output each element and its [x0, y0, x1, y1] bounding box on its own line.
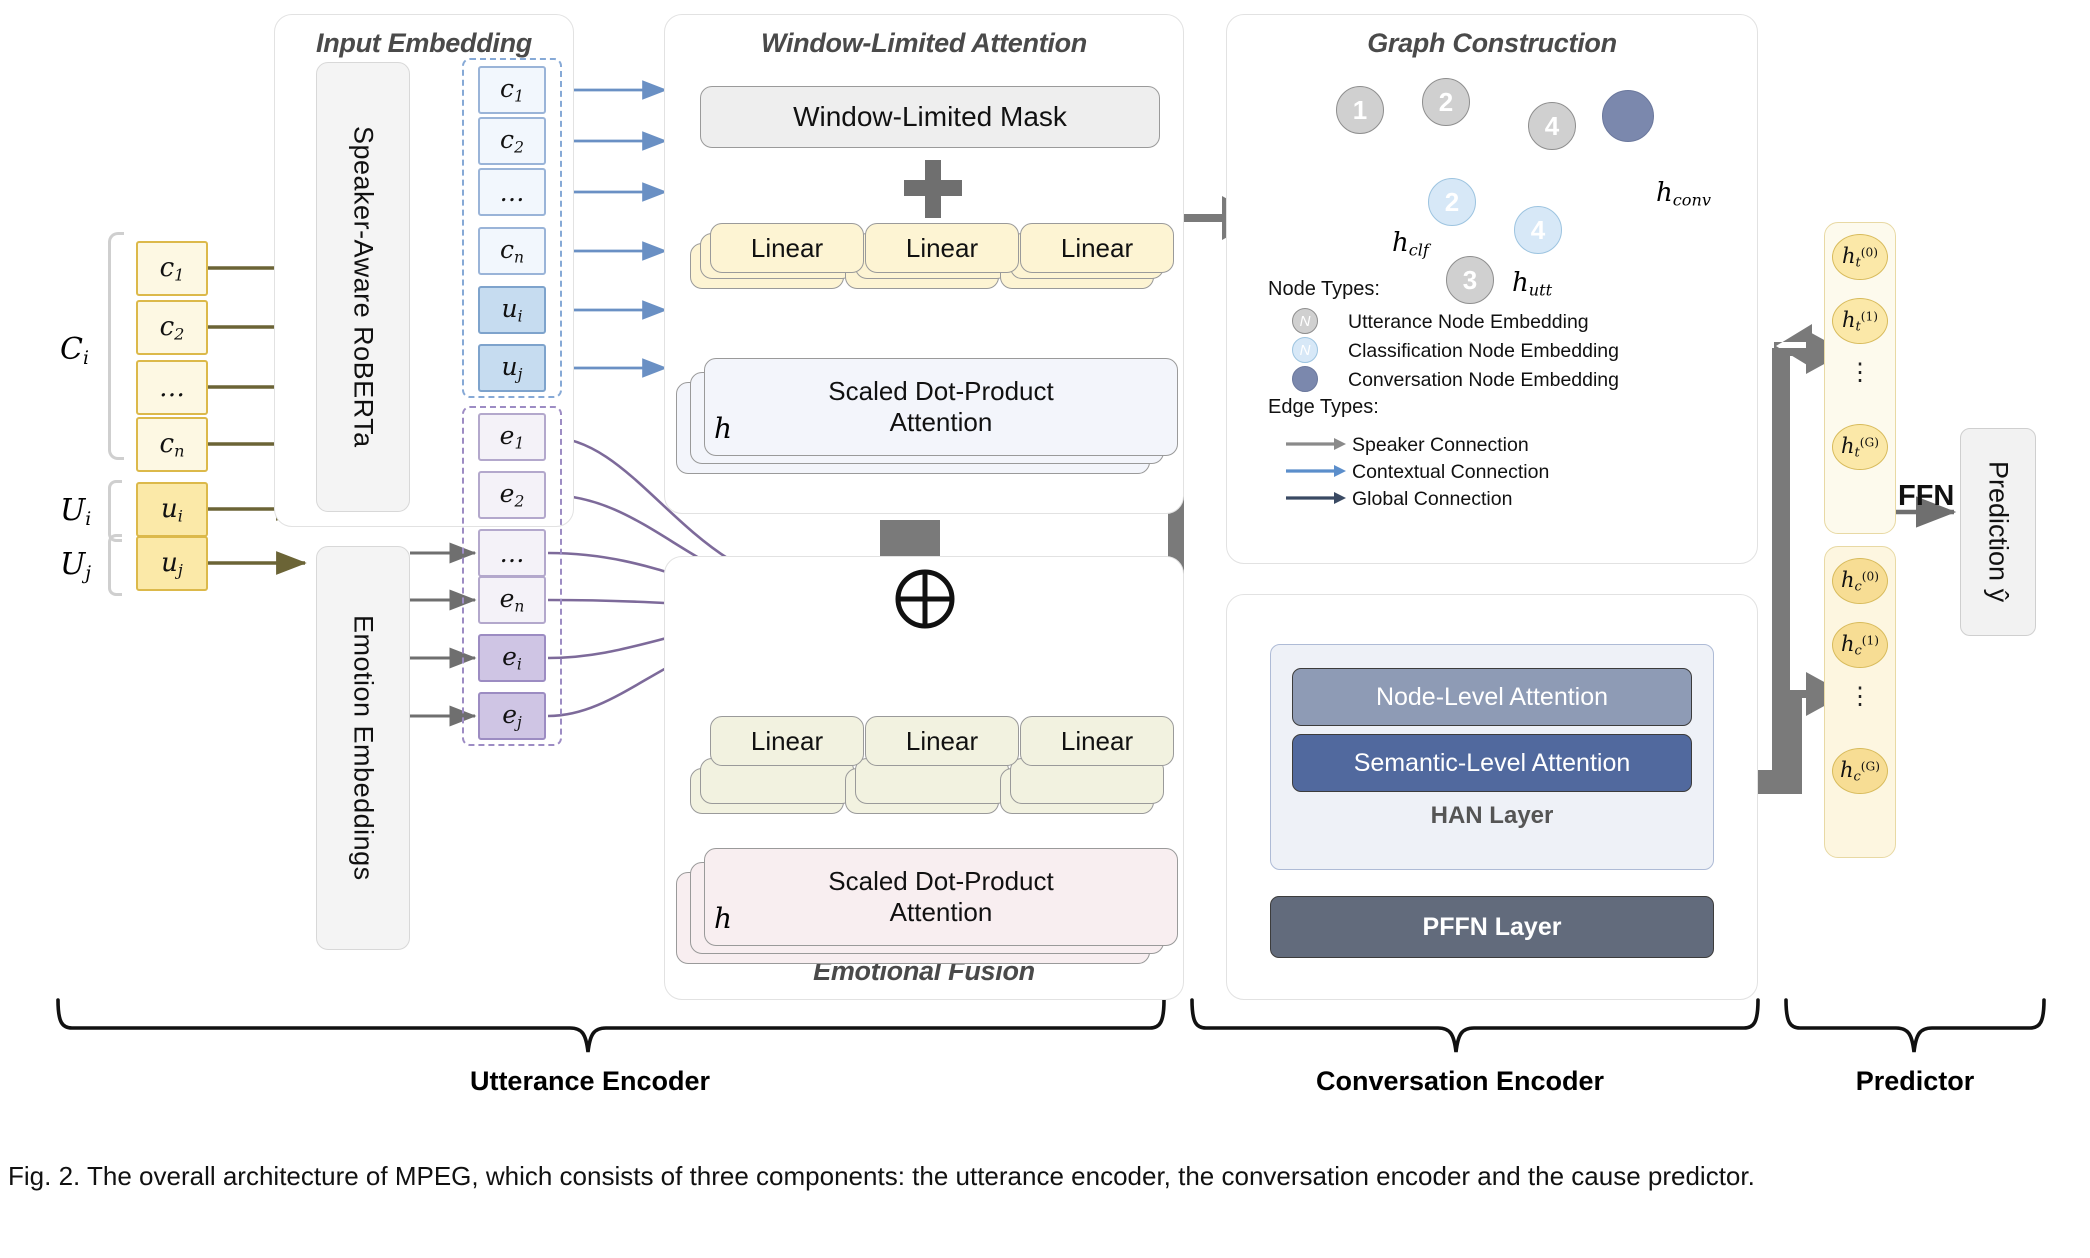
legend-global-connection-label: Global Connection: [1352, 488, 1513, 510]
input-group-ci-bracket: [108, 232, 124, 460]
emotion-embedding-e2: e2: [478, 471, 546, 519]
h-utt-annotation: hutt: [1512, 268, 1553, 300]
emotion-embedding-ej: ej: [478, 692, 546, 740]
text-embedding-c2: c2: [478, 117, 546, 165]
linear-box-q: Linear: [710, 223, 864, 273]
text-embedding-dots: …: [478, 168, 546, 216]
legend-utterance-node-label: Utterance Node Embedding: [1348, 311, 1589, 333]
emotion-embedding-ei: ei: [478, 634, 546, 682]
linear-box-v: Linear: [1020, 223, 1174, 273]
speaker-aware-roberta-block: Speaker-Aware RoBERTa: [316, 62, 410, 512]
graph-node-utt-2: 2: [1422, 78, 1470, 126]
graph-node-clf-2: 2: [1428, 178, 1476, 226]
target-vector-h-t-0: ht(0): [1832, 234, 1888, 280]
input-group-ui-label: Ui: [60, 493, 92, 531]
input-token-c2: c2: [136, 300, 208, 355]
legend-global-arrow-icon: [1286, 487, 1346, 509]
figure-caption: Fig. 2. The overall architecture of MPEG…: [8, 1161, 1755, 1191]
input-group-ci-label: Ci: [60, 332, 89, 370]
target-vector-ellipsis: ⋮: [1848, 359, 1872, 386]
target-vector-h-t-1: ht(1): [1832, 298, 1888, 344]
input-embedding-title: Input Embedding: [316, 28, 532, 58]
fusion-linear-box-k: Linear: [865, 716, 1019, 766]
semantic-level-attention-box: Semantic-Level Attention: [1292, 734, 1692, 792]
legend-speaker-arrow-icon: [1286, 433, 1346, 455]
legend-contextual-connection-label: Contextual Connection: [1352, 461, 1550, 483]
h-clf-annotation: hclf: [1392, 228, 1429, 260]
fusion-heads-count-label: h: [714, 902, 733, 935]
plus-icon: [904, 160, 962, 218]
cause-vector-h-c-0: hc(0): [1832, 558, 1888, 604]
legend-contextual-arrow-icon: [1286, 460, 1346, 482]
node-types-heading: Node Types:: [1268, 278, 1380, 300]
fusion-scaled-dot-product-attention-box: Scaled Dot-Product Attention: [704, 848, 1178, 946]
input-group-uj-label: Uj: [60, 547, 92, 585]
legend-utterance-node-icon: N: [1292, 308, 1318, 334]
graph-node-conversation: [1602, 90, 1654, 142]
pffn-layer-box: PFFN Layer: [1270, 896, 1714, 958]
window-limited-mask-box: Window-Limited Mask: [700, 86, 1160, 148]
section-label-utterance-encoder: Utterance Encoder: [469, 1066, 711, 1096]
input-token-cn: cn: [136, 417, 208, 472]
h-conv-annotation: hconv: [1656, 178, 1711, 210]
emotion-embedding-dots: …: [478, 529, 546, 577]
emotion-embedding-en: en: [478, 576, 546, 624]
edge-types-heading: Edge Types:: [1268, 396, 1379, 418]
window-limited-attention-title: Window-Limited Attention: [761, 28, 1087, 58]
legend-classification-node-label: Classification Node Embedding: [1348, 340, 1619, 362]
heads-count-label: h: [714, 412, 733, 445]
cause-vector-h-c-G: hc(G): [1832, 748, 1888, 794]
text-embedding-c1: c1: [478, 66, 546, 114]
figure-canvas: Ci Ui Uj c1 c2 … cn ui uj Input Embeddin…: [0, 0, 2090, 1258]
graph-node-utt-4: 4: [1528, 102, 1576, 150]
legend-classification-node-icon: N: [1292, 337, 1318, 363]
text-embedding-ui: ui: [478, 286, 546, 334]
cause-vector-h-c-1: hc(1): [1832, 622, 1888, 668]
node-level-attention-box: Node-Level Attention: [1292, 668, 1692, 726]
emotion-embeddings-block: Emotion Embeddings: [316, 546, 410, 950]
legend-conversation-node-label: Conversation Node Embedding: [1348, 369, 1620, 391]
input-group-ui-bracket: [108, 480, 122, 542]
sum-circle-icon: [894, 568, 956, 630]
prediction-box: Prediction ŷ: [1960, 428, 2036, 636]
cause-vector-ellipsis: ⋮: [1848, 683, 1872, 710]
graph-construction-title: Graph Construction: [1367, 28, 1617, 58]
text-embedding-uj: uj: [478, 344, 546, 392]
graph-node-clf-4: 4: [1514, 206, 1562, 254]
ffn-label: FFN: [1898, 480, 1955, 512]
input-token-uj: uj: [136, 536, 208, 591]
linear-box-k: Linear: [865, 223, 1019, 273]
fusion-linear-box-q: Linear: [710, 716, 864, 766]
section-label-predictor: Predictor: [1855, 1066, 1975, 1096]
input-token-cdots: …: [136, 360, 208, 415]
legend-speaker-connection-label: Speaker Connection: [1352, 434, 1529, 456]
section-label-conversation-encoder: Conversation Encoder: [1315, 1066, 1605, 1096]
input-token-c1: c1: [136, 241, 208, 296]
input-token-ui: ui: [136, 482, 208, 537]
legend-conversation-node-icon: [1292, 366, 1318, 392]
graph-node-utt-3: 3: [1446, 256, 1494, 304]
text-embedding-cn: cn: [478, 227, 546, 275]
graph-node-utt-1: 1: [1336, 86, 1384, 134]
fusion-linear-box-v: Linear: [1020, 716, 1174, 766]
emotion-embedding-e1: e1: [478, 413, 546, 461]
target-vector-h-t-G: ht(G): [1832, 424, 1888, 470]
input-group-uj-bracket: [108, 534, 122, 596]
han-layer-label: HAN Layer: [1430, 802, 1554, 829]
scaled-dot-product-attention-box: Scaled Dot-Product Attention: [704, 358, 1178, 456]
